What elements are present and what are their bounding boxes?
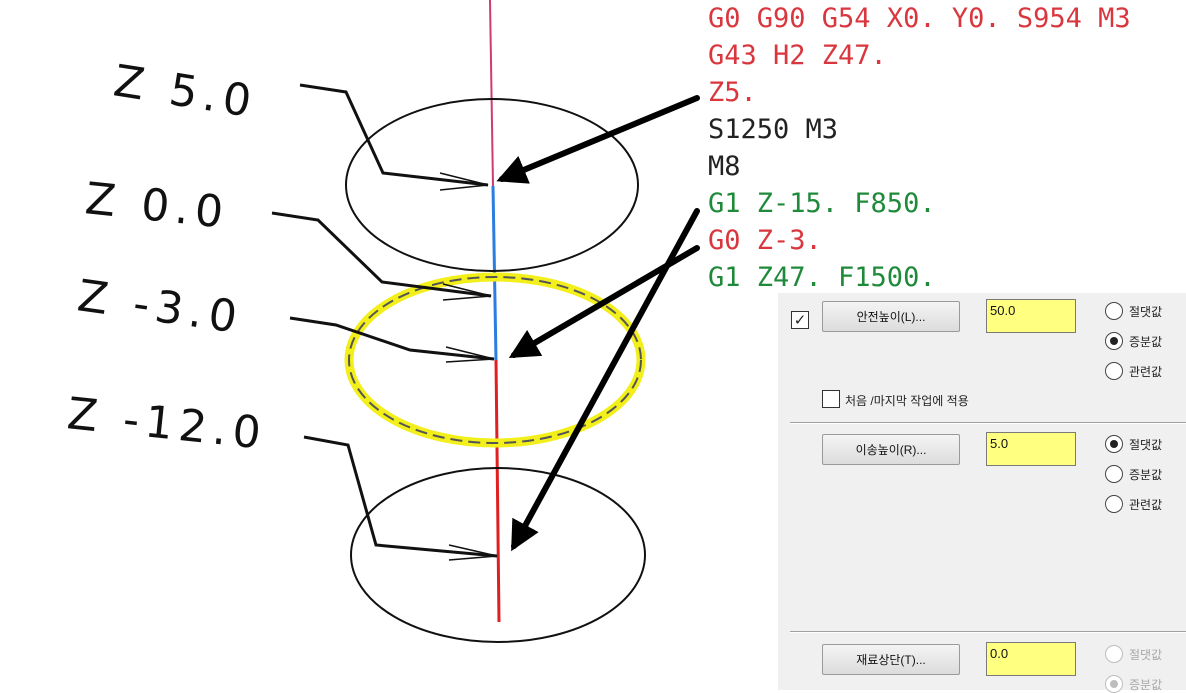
- code-line: G1 Z-15. F850.: [708, 188, 936, 219]
- code-line: S1250 M3: [708, 114, 839, 145]
- radio-label: 관련값: [1129, 364, 1163, 379]
- stock-top-button[interactable]: 재료상단(T)...: [822, 644, 960, 675]
- separator-2: [790, 631, 1186, 633]
- radio-circle-icon: [1105, 675, 1123, 693]
- radio-circle-icon: [1105, 495, 1123, 513]
- leader-z5: [299, 83, 489, 187]
- code-line: M8: [708, 151, 741, 182]
- z-label-minus-3: Z -3.0: [74, 270, 245, 344]
- stock-top-input[interactable]: 0.0: [986, 642, 1076, 676]
- retract-height-button[interactable]: 이송높이(R)...: [822, 434, 960, 465]
- stock-top-radio-0: 절댓값: [1105, 645, 1162, 663]
- safe-height-checkbox[interactable]: ✓: [791, 311, 809, 329]
- safe-height-input[interactable]: 50.0: [986, 299, 1076, 333]
- stock-top-radio-1: 증분값: [1105, 675, 1162, 693]
- pointer-arrow-g0: [508, 245, 700, 359]
- apply-first-last-checkbox[interactable]: [822, 390, 840, 408]
- height-settings-panel: ✓ 안전높이(L)... 50.0 절댓값 증분값 관련값 처음 /마지막 작업에 …: [778, 293, 1186, 693]
- code-line: G0 G90 G54 X0. Y0. S954 M3: [708, 3, 1131, 34]
- radio-circle-icon: [1105, 435, 1123, 453]
- apply-first-last-label: 처음 /마지막 작업에 적용: [845, 394, 969, 408]
- radio-label: 증분값: [1129, 467, 1163, 482]
- axis-red-line: [494, 359, 501, 623]
- safe-height-radio-0[interactable]: 절댓값: [1105, 302, 1162, 320]
- retract-height-radio-2[interactable]: 관련값: [1105, 495, 1162, 513]
- radio-circle-icon: [1105, 362, 1123, 380]
- safe-height-radio-2[interactable]: 관련값: [1105, 362, 1162, 380]
- code-line: Z5.: [708, 77, 757, 108]
- safe-height-radio-1[interactable]: 증분값: [1105, 332, 1162, 350]
- axis-top-line: [489, 0, 494, 187]
- z-label-0: Z 0.0: [83, 173, 232, 239]
- checkmark-icon: ✓: [793, 311, 807, 329]
- radio-label: 절댓값: [1129, 304, 1163, 319]
- leader-z-12: [303, 435, 498, 558]
- pointer-arrow-z5: [496, 95, 700, 184]
- code-line: G1 Z47. F1500.: [708, 262, 936, 293]
- separator-1: [790, 422, 1186, 424]
- code-line: G43 H2 Z47.: [708, 40, 887, 71]
- radio-label: 절댓값: [1129, 647, 1163, 662]
- safe-height-button[interactable]: 안전높이(L)...: [822, 301, 960, 332]
- gcode-listing: G0 G90 G54 X0. Y0. S954 M3 G43 H2 Z47. Z5.…: [708, 0, 1186, 296]
- leader-z-3: [289, 316, 495, 361]
- radio-circle-icon: [1105, 645, 1123, 663]
- code-line: G0 Z-3.: [708, 225, 822, 256]
- radio-circle-icon: [1105, 302, 1123, 320]
- retract-height-input[interactable]: 5.0: [986, 432, 1076, 466]
- radio-label: 증분값: [1129, 334, 1163, 349]
- retract-height-radio-1[interactable]: 증분값: [1105, 465, 1162, 483]
- radio-label: 절댓값: [1129, 437, 1163, 452]
- radio-circle-icon: [1105, 332, 1123, 350]
- radio-circle-icon: [1105, 465, 1123, 483]
- retract-height-radio-0[interactable]: 절댓값: [1105, 435, 1162, 453]
- radio-label: 관련값: [1129, 497, 1163, 512]
- z-label-5: Z 5.0: [110, 55, 260, 128]
- z-label-minus-12: Z -12.0: [65, 388, 269, 460]
